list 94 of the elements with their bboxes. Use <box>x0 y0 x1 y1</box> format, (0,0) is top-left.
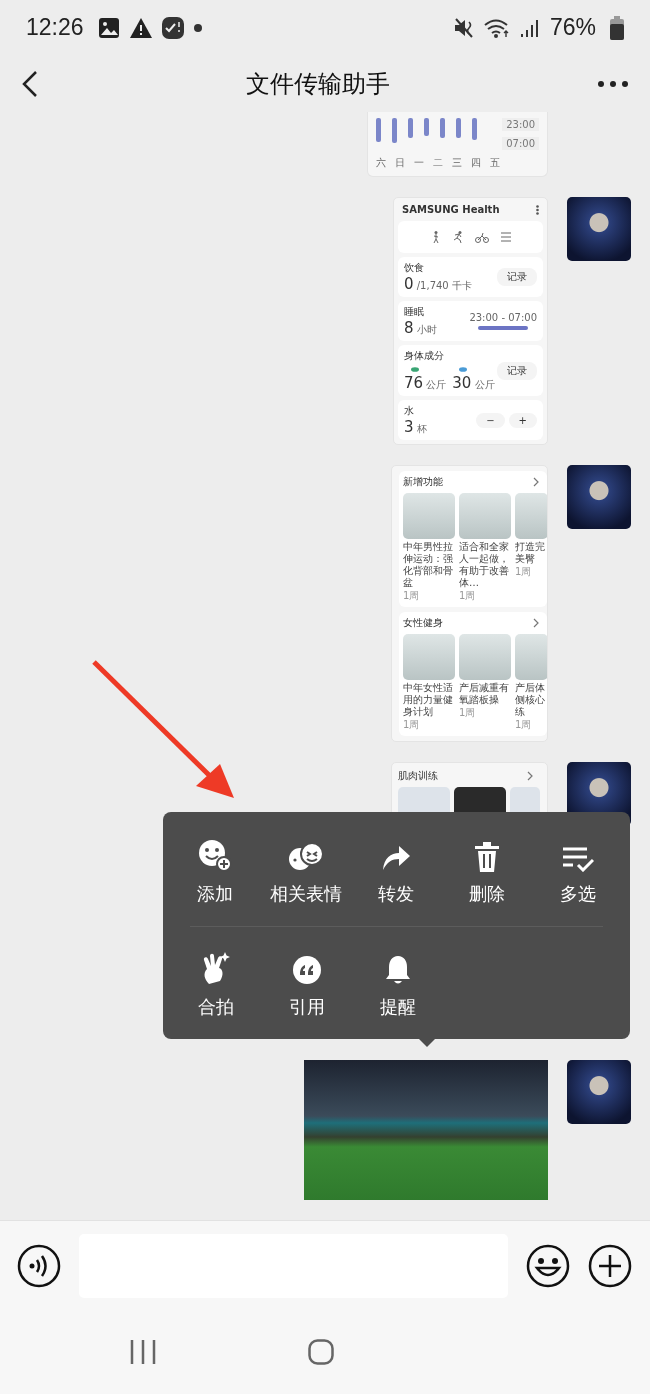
program-caption: 产后体侧核心练 <box>515 682 546 718</box>
back-icon[interactable] <box>22 69 38 98</box>
photo-placeholder <box>459 634 511 680</box>
list-check-icon <box>561 846 594 872</box>
weekday-label: 三 <box>452 156 462 170</box>
sleep-chart-screenshot[interactable]: 23:00 07:00 六 日 一 二 三 四 五 <box>367 112 548 177</box>
bell-icon <box>384 955 411 985</box>
signal-icon <box>519 17 540 38</box>
program-duration: 1周 <box>459 706 477 720</box>
photo-placeholder <box>515 493 547 539</box>
mute-icon <box>453 17 474 38</box>
minus-button: − <box>476 412 505 428</box>
program-duration: 1周 <box>459 589 477 603</box>
status-time: 12:26 <box>26 14 84 41</box>
voice-icon[interactable] <box>17 1243 61 1288</box>
water-value: 3 <box>404 418 414 436</box>
program-caption: 中年男性拉伸运动：强化背部和骨盆 <box>403 541 454 589</box>
photo-placeholder <box>515 634 547 680</box>
body-value: 30 <box>452 374 472 392</box>
photo-placeholder <box>403 493 455 539</box>
program-duration: 1周 <box>403 589 421 603</box>
time-label: 23:00 <box>502 118 539 131</box>
kebab-icon <box>536 204 539 215</box>
plus-button: + <box>508 412 537 428</box>
chevron-right-icon <box>527 771 533 781</box>
app-title: SAMSUNG Health <box>402 204 500 215</box>
food-label: 饮食 <box>404 262 424 273</box>
quote-icon <box>291 955 322 985</box>
water-label: 水 <box>404 405 414 416</box>
emoji-icon[interactable] <box>526 1243 570 1288</box>
body-label: 身体成分 <box>404 350 444 361</box>
check-badge-icon <box>161 16 184 39</box>
chat-title: 文件传输助手 <box>246 68 390 100</box>
avatar-photo[interactable] <box>567 465 631 529</box>
program-caption: 产后减重有氧踏板操 <box>459 682 510 706</box>
program-caption: 打造完美臀 <box>515 541 546 565</box>
cycling-icon <box>474 231 489 243</box>
photo-placeholder <box>403 634 455 680</box>
weekday-label: 五 <box>490 156 500 170</box>
program-duration: 1周 <box>515 718 533 732</box>
health-screenshot[interactable]: SAMSUNG Health 饮食 0 /1,740 千卡 记录 睡眠 8 小时 23:00 - 07:00 身体成分 76 公斤 30 公斤 记录 水 3 杯 − + <box>393 197 548 445</box>
chevron-right-icon <box>533 477 539 487</box>
record-button: 记录 <box>497 268 537 286</box>
photo-placeholder <box>459 493 511 539</box>
battery-icon <box>610 15 624 40</box>
running-icon <box>452 231 463 243</box>
sleep-label: 睡眠 <box>404 306 424 317</box>
food-target: /1,740 千卡 <box>416 280 472 291</box>
wifi-icon <box>483 17 510 38</box>
programs-screenshot[interactable]: 新增功能 中年男性拉伸运动：强化背部和骨盆 1周 适合和全家人一起做，有助于改善体… 1周 打造完美臀 1周 女性健身 中年女性适用的力量健身计划 1周 产后减重有氧踏板操 1周 产后体侧核心练 1周 <box>391 465 548 742</box>
sleep-value: 8 <box>404 319 414 337</box>
avatar-photo[interactable] <box>567 197 631 261</box>
menu-item[interactable]: 引用 <box>261 945 352 1025</box>
plus-icon[interactable] <box>588 1243 632 1288</box>
sleep-range-bar <box>478 326 529 330</box>
weekday-label: 六 <box>376 156 386 170</box>
sleep-range: 23:00 - 07:00 <box>469 312 537 323</box>
warning-icon <box>129 17 152 38</box>
avatar-photo[interactable] <box>567 1060 631 1124</box>
section-title: 新增功能 <box>403 475 443 489</box>
dot-icon <box>193 23 202 32</box>
weekday-label: 四 <box>471 156 481 170</box>
record-button: 记录 <box>497 361 537 380</box>
photo-placeholder[interactable] <box>304 1060 548 1200</box>
body-unit: 公斤 <box>426 379 447 390</box>
list-icon <box>500 232 511 242</box>
weekday-label: 二 <box>433 156 443 170</box>
program-caption: 中年女性适用的力量健身计划 <box>403 682 454 718</box>
section-title: 女性健身 <box>403 616 443 630</box>
food-value: 0 <box>404 275 414 293</box>
forward-arrow-icon <box>381 844 412 872</box>
home-icon[interactable] <box>308 1339 334 1365</box>
trash-icon <box>474 842 501 872</box>
two-faces-icon <box>287 842 324 872</box>
battery-percent: 76% <box>549 14 596 41</box>
chevron-right-icon <box>533 618 539 628</box>
more-icon[interactable] <box>598 80 628 87</box>
body-value: 76 <box>404 374 424 392</box>
menu-item[interactable]: 相关表情 <box>260 832 352 912</box>
time-label: 07:00 <box>502 137 539 150</box>
sleep-unit: 小时 <box>416 324 437 335</box>
menu-item[interactable]: 添加 <box>170 832 261 912</box>
body-unit: 公斤 <box>474 379 495 390</box>
section-title: 肌肉训练 <box>398 769 438 783</box>
image-icon <box>97 16 120 39</box>
program-duration: 1周 <box>515 565 533 579</box>
water-unit: 杯 <box>416 423 427 434</box>
program-duration: 1周 <box>403 718 421 732</box>
menu-item[interactable]: 提醒 <box>352 945 443 1025</box>
recent-apps-icon[interactable] <box>130 1340 156 1364</box>
program-caption: 适合和全家人一起做，有助于改善体… <box>459 541 510 589</box>
menu-item[interactable]: 合拍 <box>170 945 261 1025</box>
weekday-label: 一 <box>414 156 424 170</box>
weekday-label: 日 <box>395 156 405 170</box>
